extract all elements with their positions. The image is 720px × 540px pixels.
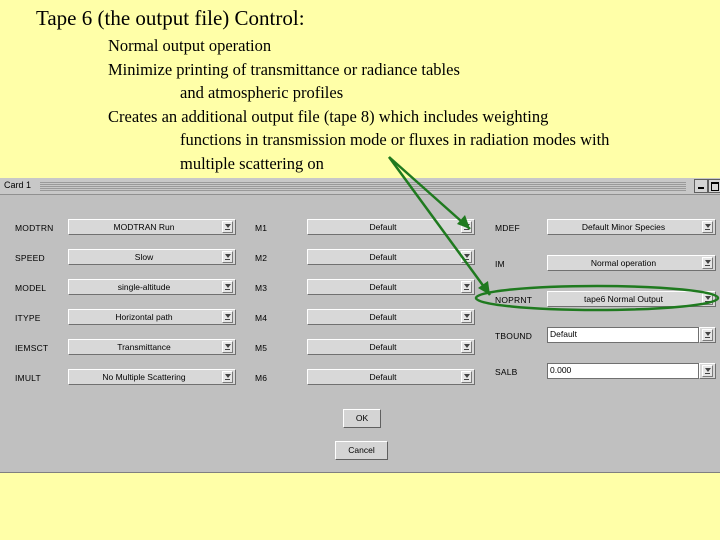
dropdown-value: Transmittance — [117, 342, 171, 352]
model-dropdown[interactable]: single-altitude — [68, 279, 236, 295]
bullet-line: and atmospheric profiles — [180, 83, 344, 103]
dropdown-value: tape6 Normal Output — [584, 294, 663, 304]
tbound-field[interactable] — [547, 327, 699, 343]
model-label: MODEL — [15, 283, 47, 293]
noprnt-label: NOPRNT — [495, 295, 533, 305]
m6-label: M6 — [255, 373, 268, 383]
cancel-button[interactable]: Cancel — [335, 441, 388, 460]
dropdown-arrow-icon[interactable] — [702, 293, 713, 305]
mdef-dropdown[interactable]: Default Minor Species — [547, 219, 716, 235]
itype-label: ITYPE — [15, 313, 41, 323]
dropdown-arrow-icon[interactable] — [222, 281, 233, 293]
dropdown-value: Horizontal path — [115, 312, 173, 322]
dropdown-value: No Multiple Scattering — [102, 372, 186, 382]
dropdown-arrow-icon[interactable] — [222, 371, 233, 383]
maximize-button[interactable] — [708, 179, 720, 193]
dropdown-arrow-icon[interactable] — [222, 221, 233, 233]
dropdown-value: single-altitude — [117, 282, 171, 292]
tbound-spin[interactable] — [699, 327, 716, 343]
dropdown-value: Default — [369, 372, 397, 382]
im-label: IM — [495, 259, 505, 269]
bullet-line: Normal output operation — [108, 36, 272, 55]
dropdown-arrow-icon[interactable] — [461, 221, 472, 233]
card-window: Card 1 MODTRN MODTRAN Run SPEED Slow MOD… — [0, 178, 720, 473]
dropdown-arrow-icon[interactable] — [222, 341, 233, 353]
window-title: Card 1 — [4, 180, 36, 190]
m1-dropdown[interactable]: Default — [307, 219, 475, 235]
dropdown-value: Slow — [134, 252, 154, 262]
dropdown-value: Default — [369, 282, 397, 292]
dropdown-arrow-icon[interactable] — [702, 257, 713, 269]
bullet-line: multiple scattering on — [180, 153, 324, 173]
m4-label: M4 — [255, 313, 268, 323]
m4-dropdown[interactable]: Default — [307, 309, 475, 325]
dropdown-value: Default — [369, 222, 397, 232]
dropdown-arrow-icon[interactable] — [222, 311, 233, 323]
window-titlebar[interactable]: Card 1 — [0, 178, 720, 195]
salb-field[interactable] — [547, 363, 699, 379]
dropdown-value: Default — [369, 342, 397, 352]
bullet-line: functions in transmission mode or fluxes… — [180, 130, 610, 150]
m6-dropdown[interactable]: Default — [307, 369, 475, 385]
salb-label: SALB — [495, 367, 518, 377]
m5-label: M5 — [255, 343, 268, 353]
iemsct-dropdown[interactable]: Transmittance — [68, 339, 236, 355]
noprnt-dropdown[interactable]: tape6 Normal Output — [547, 291, 716, 307]
im-dropdown[interactable]: Normal operation — [547, 255, 716, 271]
m2-dropdown[interactable]: Default — [307, 249, 475, 265]
dropdown-arrow-icon[interactable] — [702, 365, 713, 377]
modtrn-label: MODTRN — [15, 223, 54, 233]
m3-dropdown[interactable]: Default — [307, 279, 475, 295]
dropdown-value: Default — [369, 312, 397, 322]
dropdown-value: Normal operation — [590, 258, 657, 268]
dropdown-arrow-icon[interactable] — [461, 251, 472, 263]
m5-dropdown[interactable]: Default — [307, 339, 475, 355]
tbound-label: TBOUND — [495, 331, 533, 341]
dropdown-arrow-icon[interactable] — [222, 251, 233, 263]
dropdown-arrow-icon[interactable] — [461, 341, 472, 353]
slide-title: Tape 6 (the output file) Control: — [36, 6, 305, 30]
bullet-line: Creates an additional output file (tape … — [108, 106, 549, 126]
iemsct-label: IEMSCT — [15, 343, 49, 353]
salb-input[interactable] — [550, 365, 690, 375]
speed-dropdown[interactable]: Slow — [68, 249, 236, 265]
dropdown-arrow-icon[interactable] — [461, 371, 472, 383]
dropdown-arrow-icon[interactable] — [702, 221, 713, 233]
dropdown-arrow-icon[interactable] — [461, 311, 472, 323]
tbound-input[interactable] — [550, 329, 690, 339]
titlebar-stripes — [40, 181, 686, 191]
dropdown-value: MODTRAN Run — [113, 222, 175, 232]
bullet-line: Minimize printing of transmittance or ra… — [108, 59, 460, 79]
minimize-button[interactable] — [694, 179, 708, 193]
imult-label: IMULT — [15, 373, 41, 383]
speed-label: SPEED — [15, 253, 45, 263]
mdef-label: MDEF — [495, 223, 520, 233]
dropdown-arrow-icon[interactable] — [702, 329, 713, 341]
m3-label: M3 — [255, 283, 268, 293]
slide-bullets: Normal output operation Minimize printin… — [108, 34, 609, 176]
m1-label: M1 — [255, 223, 268, 233]
m2-label: M2 — [255, 253, 268, 263]
dropdown-arrow-icon[interactable] — [461, 281, 472, 293]
salb-spin[interactable] — [699, 363, 716, 379]
itype-dropdown[interactable]: Horizontal path — [68, 309, 236, 325]
ok-button[interactable]: OK — [343, 409, 381, 428]
imult-dropdown[interactable]: No Multiple Scattering — [68, 369, 236, 385]
modtrn-dropdown[interactable]: MODTRAN Run — [68, 219, 236, 235]
dropdown-value: Default Minor Species — [581, 222, 666, 232]
dropdown-value: Default — [369, 252, 397, 262]
